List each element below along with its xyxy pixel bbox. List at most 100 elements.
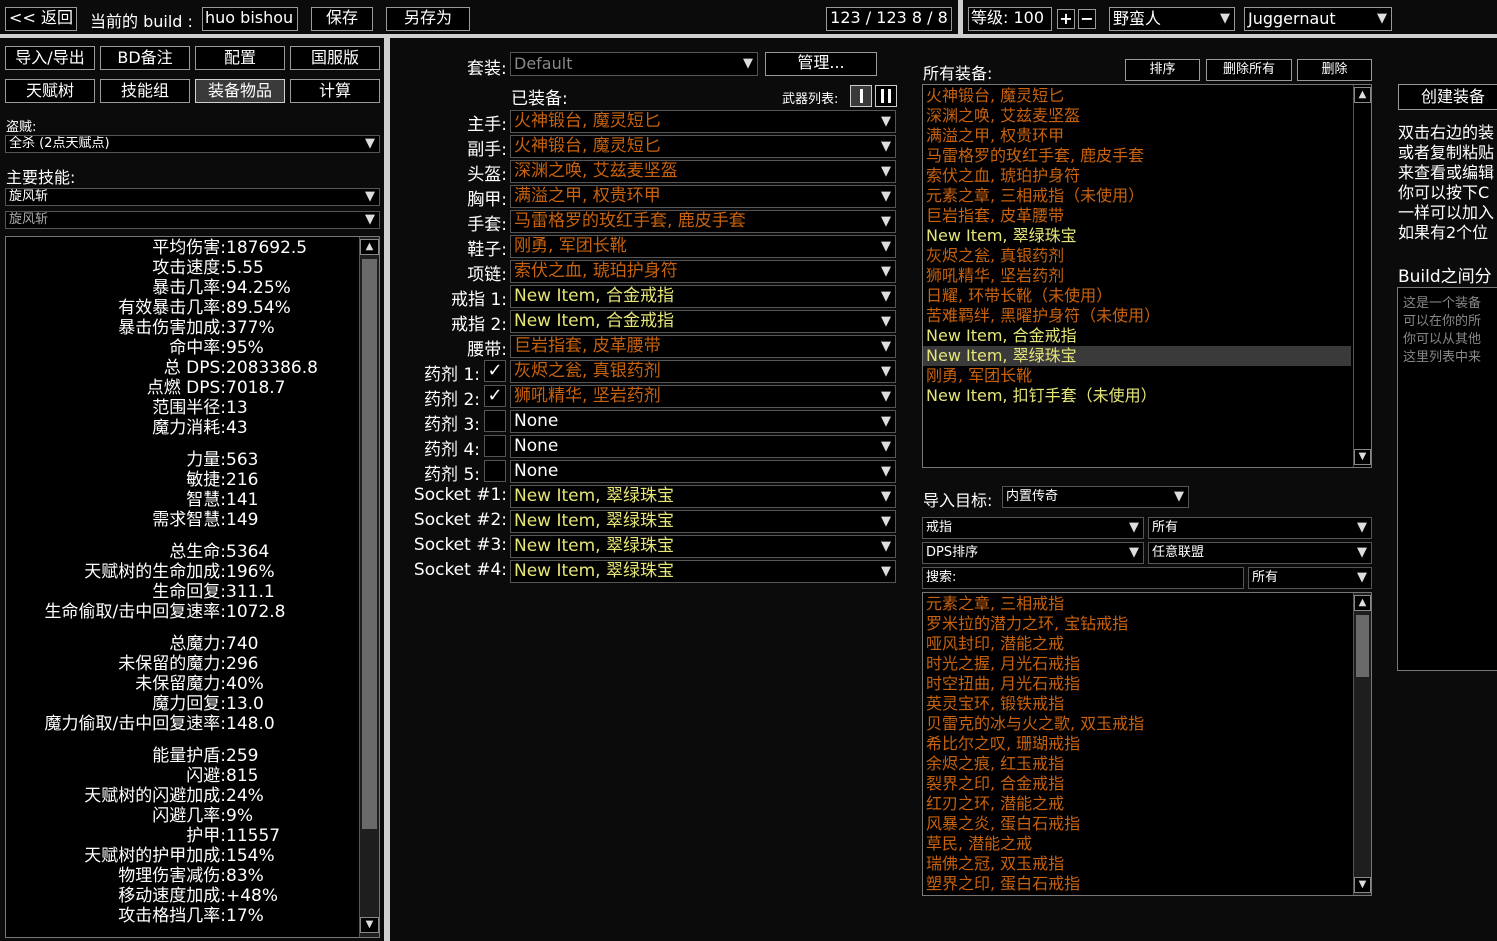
slot-select[interactable]: 灰烬之瓮, 真银药剂 ▼ [510, 360, 896, 383]
scroll-down-icon[interactable]: ▼ [360, 917, 379, 933]
list-item[interactable]: 风暴之炎, 蛋白石戒指 [926, 814, 1080, 834]
save-button[interactable]: 保存 [311, 7, 373, 31]
scroll-thumb[interactable] [1356, 615, 1369, 677]
list-item[interactable]: 马雷格罗的玫红手套, 鹿皮手套 [926, 146, 1144, 166]
save-as-button[interactable]: 另存为 [386, 7, 470, 31]
slot-select[interactable]: New Item, 合金戒指 ▼ [510, 285, 896, 308]
list-item[interactable]: 索伏之血, 琥珀护身符 [926, 166, 1080, 186]
sort-button[interactable]: 排序 [1125, 59, 1200, 81]
slot-select[interactable]: New Item, 合金戒指 ▼ [510, 310, 896, 333]
list-item[interactable]: 瑞佛之冠, 双玉戒指 [926, 854, 1064, 874]
slot-select[interactable]: 满溢之甲, 权贵环甲 ▼ [510, 185, 896, 208]
back-button[interactable]: << 返回 [5, 7, 77, 31]
slot-select[interactable]: 马雷格罗的玫红手套, 鹿皮手套 ▼ [510, 210, 896, 233]
list-item[interactable]: 草民, 潜能之戒 [926, 834, 1032, 854]
weapon-set-2-button[interactable] [875, 85, 897, 107]
build-name-field[interactable]: huo bishou [202, 7, 298, 31]
sort-filter-select[interactable]: DPS排序 ▼ [922, 542, 1144, 564]
slot-select[interactable]: New Item, 翠绿珠宝 ▼ [510, 535, 896, 558]
sub-skill-select[interactable]: 旋风斩 ▼ [5, 211, 380, 229]
slot-select[interactable]: 深渊之唤, 艾兹麦坚盔 ▼ [510, 160, 896, 183]
create-item-button[interactable]: 创建装备 [1398, 84, 1497, 110]
list-item[interactable]: 塑界之印, 蛋白石戒指 [926, 874, 1080, 894]
tab-4[interactable]: 国服版 [290, 46, 380, 70]
slot-select[interactable]: 刚勇, 军团长靴 ▼ [510, 235, 896, 258]
tab-2[interactable]: BD备注 [100, 46, 190, 70]
list-item[interactable]: New Item, 翠绿珠宝 [926, 226, 1077, 246]
items-scrollbar[interactable]: ▲ ▼ [1353, 85, 1371, 467]
flask-active-checkbox[interactable] [484, 410, 506, 432]
slot-select[interactable]: 火神锻台, 魔灵短匕 ▼ [510, 135, 896, 158]
flask-active-checkbox[interactable] [484, 435, 506, 457]
import-target-select[interactable]: 内置传奇 ▼ [1002, 486, 1189, 508]
list-item[interactable]: 灰烬之瓮, 真银药剂 [926, 246, 1064, 266]
tab-5[interactable]: 天赋树 [5, 79, 95, 103]
slot-select[interactable]: 索伏之血, 琥珀护身符 ▼ [510, 260, 896, 283]
list-item[interactable]: 日耀, 环带长靴（未使用） [926, 286, 1112, 306]
scroll-up-icon[interactable]: ▲ [360, 239, 379, 255]
delete-all-button[interactable]: 删除所有 [1206, 59, 1292, 81]
scroll-down-icon[interactable]: ▼ [1354, 449, 1371, 465]
flask-active-checkbox[interactable]: ✓ [484, 360, 506, 382]
tab-1[interactable]: 导入/导出 [5, 46, 95, 70]
tab-8[interactable]: 计算 [290, 79, 380, 103]
list-item[interactable]: 红刃之环, 潜能之戒 [926, 794, 1064, 814]
tab-6[interactable]: 技能组 [100, 79, 190, 103]
flask-active-checkbox[interactable]: ✓ [484, 385, 506, 407]
slot-select[interactable]: None ▼ [510, 460, 896, 483]
scroll-thumb[interactable] [362, 259, 377, 829]
ascendancy-select[interactable]: Juggernaut ▼ [1244, 7, 1392, 31]
list-item[interactable]: 狮吼精华, 坚岩药剂 [926, 266, 1064, 286]
league-filter-select[interactable]: 任意联盟 ▼ [1148, 542, 1372, 564]
list-item[interactable]: 元素之章, 三相戒指 [926, 594, 1064, 614]
list-item[interactable]: 哑风封印, 潜能之戒 [926, 634, 1064, 654]
slot-select[interactable]: 狮吼精华, 坚岩药剂 ▼ [510, 385, 896, 408]
slot-select[interactable]: None ▼ [510, 410, 896, 433]
list-item[interactable]: 深渊之唤, 艾兹麦坚盔 [926, 106, 1080, 126]
list-item[interactable]: 满溢之甲, 权贵环甲 [926, 126, 1064, 146]
scroll-up-icon[interactable]: ▲ [1354, 595, 1371, 611]
list-item[interactable]: 余烬之痕, 红玉戒指 [926, 754, 1064, 774]
list-item[interactable]: New Item, 合金戒指 [926, 326, 1077, 346]
tab-3[interactable]: 配置 [195, 46, 285, 70]
slot-select[interactable]: 巨岩指套, 皮革腰带 ▼ [510, 335, 896, 358]
db-scrollbar[interactable]: ▲ ▼ [1353, 593, 1371, 895]
list-item[interactable]: 希比尔之叹, 珊瑚戒指 [926, 734, 1080, 754]
list-item[interactable]: 火神锻台, 魔灵短匕 [926, 86, 1064, 106]
slot-filter-select[interactable]: 戒指 ▼ [922, 517, 1144, 539]
search-scope-select[interactable]: 所有 ▼ [1248, 567, 1372, 589]
list-item[interactable]: 元素之章, 三相戒指（未使用） [926, 186, 1144, 206]
list-item[interactable]: 时光之握, 月光石戒指 [926, 654, 1080, 674]
main-skill-select[interactable]: 旋风斩 ▼ [5, 188, 380, 206]
level-field[interactable]: 等级: 100 [968, 7, 1052, 31]
list-item[interactable]: 裂界之印, 合金戒指 [926, 774, 1064, 794]
slot-select[interactable]: New Item, 翠绿珠宝 ▼ [510, 485, 896, 508]
class-select[interactable]: 野蛮人 ▼ [1109, 7, 1235, 31]
scroll-up-icon[interactable]: ▲ [1354, 87, 1371, 103]
list-item[interactable]: New Item, 翠绿珠宝 [923, 346, 1351, 366]
slot-select[interactable]: None ▼ [510, 435, 896, 458]
list-item[interactable]: 英灵宝环, 锻铁戒指 [926, 694, 1064, 714]
level-plus-button[interactable]: + [1057, 9, 1075, 29]
list-item[interactable]: 贝雷克的冰与火之歌, 双玉戒指 [926, 714, 1144, 734]
list-item[interactable]: New Item, 扣钉手套（未使用） [926, 386, 1157, 406]
search-input[interactable]: 搜索: [922, 567, 1244, 589]
list-item[interactable]: 时空扭曲, 月光石戒指 [926, 674, 1080, 694]
list-item[interactable]: 罗米拉的潜力之环, 宝钻戒指 [926, 614, 1128, 634]
list-item[interactable]: 苦难羁绊, 黑曜护身符（未使用） [926, 306, 1160, 326]
item-set-select[interactable]: Default ▼ [510, 52, 758, 76]
slot-select[interactable]: New Item, 翠绿珠宝 ▼ [510, 510, 896, 533]
list-item[interactable]: 巨岩指套, 皮革腰带 [926, 206, 1064, 226]
slot-select[interactable]: 火神锻台, 魔灵短匕 ▼ [510, 110, 896, 133]
manage-sets-button[interactable]: 管理... [765, 52, 877, 76]
bandit-select[interactable]: 全杀 (2点天赋点) ▼ [5, 135, 380, 153]
type-filter-select[interactable]: 所有 ▼ [1148, 517, 1372, 539]
weapon-set-1-button[interactable] [850, 85, 872, 107]
slot-select[interactable]: New Item, 翠绿珠宝 ▼ [510, 560, 896, 583]
list-item[interactable]: 刚勇, 军团长靴 [926, 366, 1032, 386]
delete-button[interactable]: 删除 [1297, 59, 1372, 81]
level-minus-button[interactable]: − [1078, 9, 1096, 29]
tab-7[interactable]: 装备物品 [195, 79, 285, 103]
flask-active-checkbox[interactable] [484, 460, 506, 482]
scroll-down-icon[interactable]: ▼ [1354, 877, 1371, 893]
